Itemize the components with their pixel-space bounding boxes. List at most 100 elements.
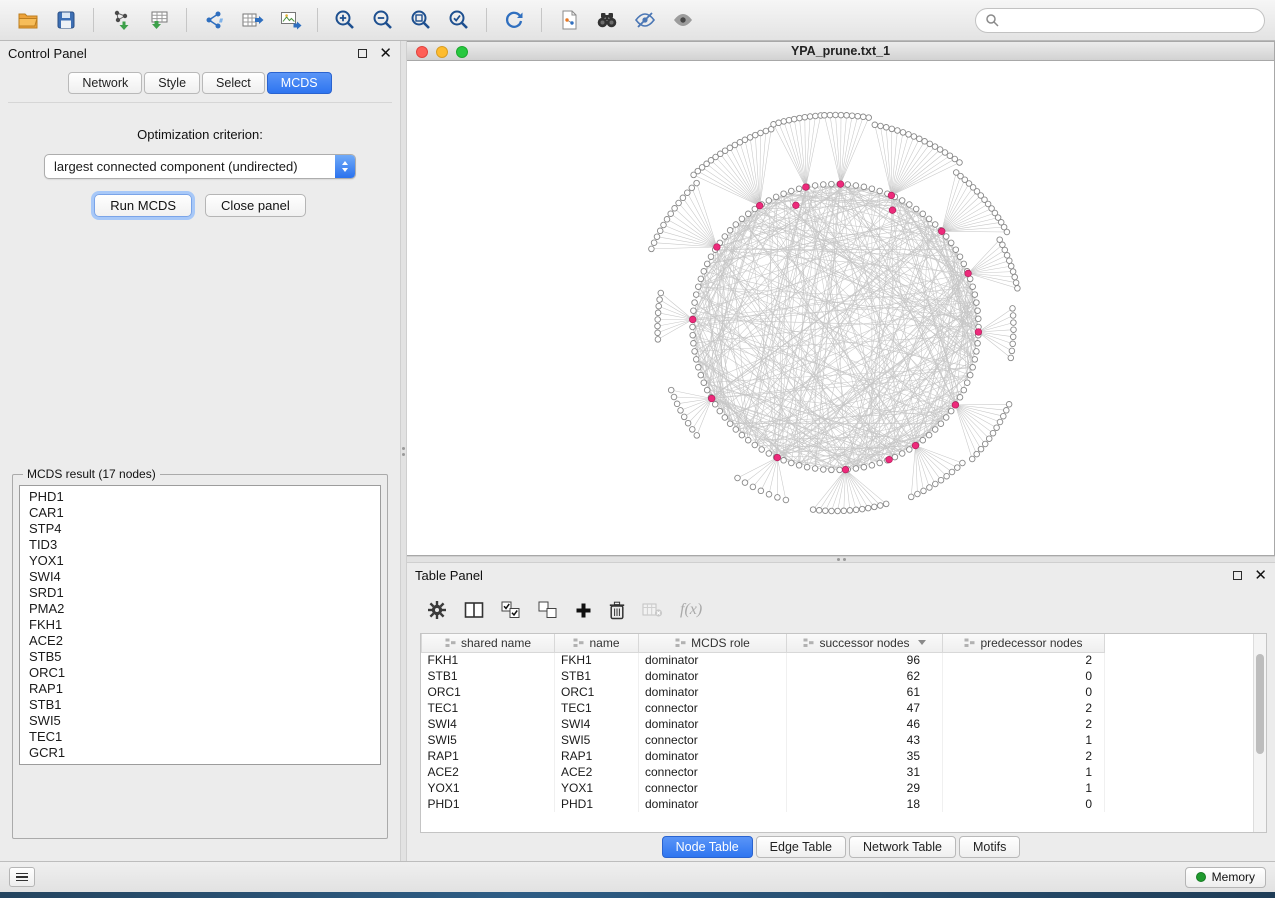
table-cell[interactable]: 1 [943,764,1105,780]
table-cell[interactable]: 1 [943,780,1105,796]
tab-edge-table[interactable]: Edge Table [756,836,846,858]
mcds-result-item[interactable]: RAP1 [20,681,380,697]
tab-style[interactable]: Style [144,72,200,94]
table-cell[interactable]: 96 [787,652,943,668]
tab-select[interactable]: Select [202,72,265,94]
zoom-out-button[interactable] [365,4,401,36]
export-network-button[interactable] [196,4,232,36]
close-panel-icon[interactable]: ✕ [379,49,392,58]
mcds-result-item[interactable]: FKH1 [20,617,380,633]
add-column-button[interactable] [575,602,592,619]
tab-mcds[interactable]: MCDS [267,72,332,94]
table-cell[interactable]: dominator [639,668,787,684]
mcds-result-item[interactable]: STB1 [20,697,380,713]
table-cell[interactable]: STB1 [422,668,555,684]
table-row[interactable]: SWI4SWI4dominator462 [422,716,1105,732]
table-cell[interactable]: 61 [787,684,943,700]
vertical-splitter[interactable] [400,41,407,861]
table-cell[interactable]: YOX1 [422,780,555,796]
table-cell[interactable]: 2 [943,652,1105,668]
table-cell[interactable]: ACE2 [422,764,555,780]
table-cell[interactable]: connector [639,764,787,780]
table-cell[interactable]: YOX1 [555,780,639,796]
table-cell[interactable]: 46 [787,716,943,732]
table-cell[interactable]: connector [639,732,787,748]
mcds-result-item[interactable]: TEC1 [20,729,380,745]
mcds-result-item[interactable]: YOX1 [20,553,380,569]
mcds-result-item[interactable]: CAR1 [20,505,380,521]
refresh-button[interactable] [496,4,532,36]
column-header-shared-name[interactable]: shared name [422,634,555,652]
mcds-result-item[interactable]: STP4 [20,521,380,537]
table-cell[interactable]: STB1 [555,668,639,684]
table-cell[interactable]: ACE2 [555,764,639,780]
table-cell[interactable]: 2 [943,748,1105,764]
table-cell[interactable]: dominator [639,748,787,764]
table-row[interactable]: ACE2ACE2connector311 [422,764,1105,780]
table-cell[interactable]: 47 [787,700,943,716]
show-columns-button[interactable] [464,601,484,619]
table-settings-button[interactable] [427,600,447,620]
table-cell[interactable]: 2 [943,700,1105,716]
column-header-name[interactable]: name [555,634,639,652]
search-input[interactable] [1005,13,1255,27]
table-cell[interactable]: SWI5 [422,732,555,748]
search-network-button[interactable] [589,4,625,36]
mcds-result-item[interactable]: PHD1 [20,489,380,505]
zoom-in-button[interactable] [327,4,363,36]
import-table-button[interactable] [141,4,177,36]
zoom-selected-button[interactable] [441,4,477,36]
mcds-result-item[interactable]: GCR1 [20,745,380,761]
table-cell[interactable]: RAP1 [555,748,639,764]
table-row[interactable]: RAP1RAP1dominator352 [422,748,1105,764]
search-field[interactable] [975,8,1265,33]
tab-motifs[interactable]: Motifs [959,836,1020,858]
table-cell[interactable]: 29 [787,780,943,796]
table-cell[interactable]: 2 [943,716,1105,732]
tab-node-table[interactable]: Node Table [662,836,753,858]
table-cell[interactable]: PHD1 [422,796,555,812]
minimize-window-icon[interactable] [436,46,448,58]
save-session-button[interactable] [48,4,84,36]
column-header-successor-nodes[interactable]: successor nodes [787,634,943,652]
mcds-result-item[interactable]: ORC1 [20,665,380,681]
table-cell[interactable]: FKH1 [422,652,555,668]
mcds-result-item[interactable]: PMA2 [20,601,380,617]
table-row[interactable]: YOX1YOX1connector291 [422,780,1105,796]
scrollbar-thumb[interactable] [1256,654,1264,754]
table-cell[interactable]: 35 [787,748,943,764]
mcds-result-item[interactable]: STB5 [20,649,380,665]
table-cell[interactable]: SWI4 [422,716,555,732]
network-view-titlebar[interactable]: YPA_prune.txt_1 [407,42,1274,61]
mcds-result-item[interactable]: SWI5 [20,713,380,729]
table-vertical-scrollbar[interactable] [1253,634,1266,832]
table-row[interactable]: SWI5SWI5connector431 [422,732,1105,748]
table-cell[interactable]: SWI5 [555,732,639,748]
maximize-window-icon[interactable] [456,46,468,58]
close-panel-button[interactable]: Close panel [205,194,306,217]
table-cell[interactable]: connector [639,780,787,796]
mcds-result-item[interactable]: TID3 [20,537,380,553]
memory-button[interactable]: Memory [1185,867,1266,888]
open-file-button[interactable] [10,4,46,36]
export-image-button[interactable] [272,4,308,36]
table-row[interactable]: TEC1TEC1connector472 [422,700,1105,716]
show-graphics-button[interactable] [665,4,701,36]
status-menu-button[interactable] [9,867,35,887]
table-cell[interactable]: 1 [943,732,1105,748]
tab-network[interactable]: Network [68,72,142,94]
close-panel-icon[interactable]: ✕ [1254,571,1267,580]
deselect-all-button[interactable] [538,601,558,619]
share-document-button[interactable] [551,4,587,36]
table-cell[interactable]: 62 [787,668,943,684]
table-cell[interactable]: TEC1 [555,700,639,716]
table-row[interactable]: PHD1PHD1dominator180 [422,796,1105,812]
mcds-result-item[interactable]: SRD1 [20,585,380,601]
table-row[interactable]: ORC1ORC1dominator610 [422,684,1105,700]
table-cell[interactable]: RAP1 [422,748,555,764]
table-cell[interactable]: dominator [639,716,787,732]
criterion-dropdown[interactable]: largest connected component (undirected) [44,154,356,179]
table-cell[interactable]: connector [639,700,787,716]
table-row[interactable]: STB1STB1dominator620 [422,668,1105,684]
zoom-fit-button[interactable] [403,4,439,36]
